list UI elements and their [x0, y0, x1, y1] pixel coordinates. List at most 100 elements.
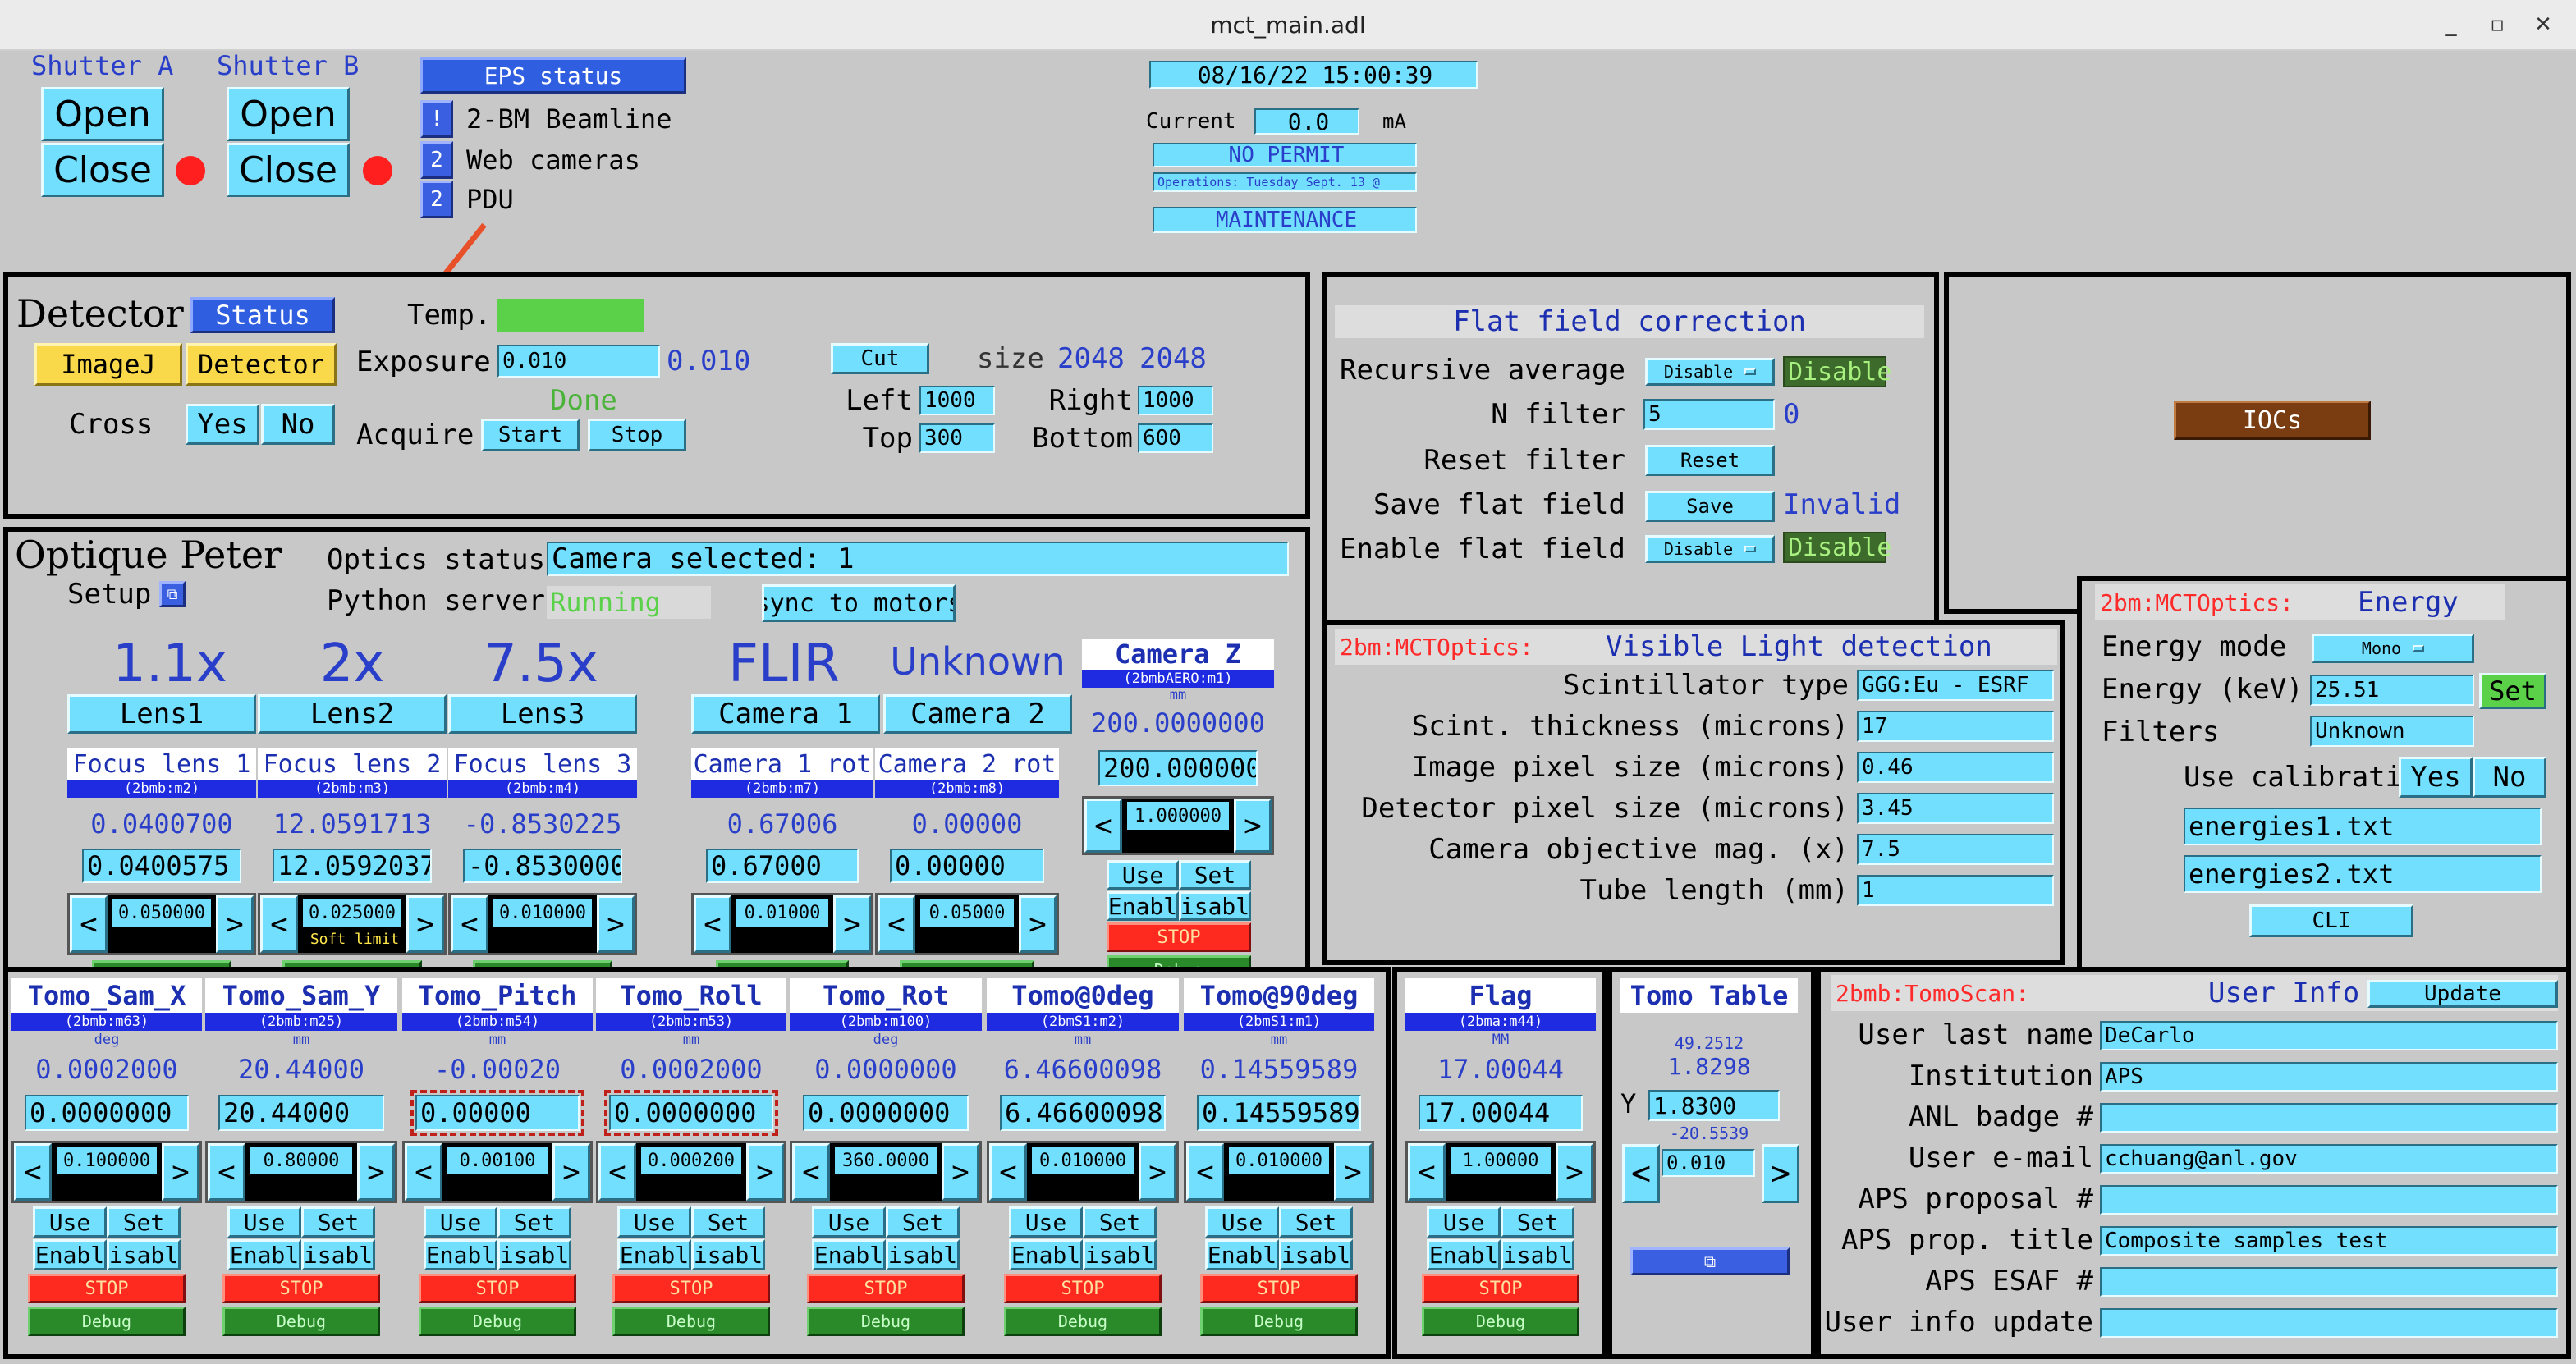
tomo-motor-tomo-sam-y-step-input[interactable]: 0.80000	[250, 1147, 352, 1174]
tomo-motor-tomo-roll-setpoint[interactable]: 0.0000000	[604, 1090, 778, 1136]
tomo-motor-tomo-sam-y-stop-button[interactable]: STOP	[222, 1274, 380, 1303]
eps-related-display-button[interactable]: !	[420, 100, 453, 138]
flag-motor-use-button[interactable]: Use	[1427, 1206, 1501, 1238]
tomo-motor-tomo-sam-y-setpoint[interactable]: 20.44000	[218, 1095, 384, 1131]
tweak-right-button[interactable]: >	[406, 895, 444, 953]
lens-motor-2-step-input[interactable]: 0.025000	[303, 899, 401, 927]
user-info-field[interactable]: APS	[2100, 1062, 2558, 1092]
user-info-field[interactable]: Composite samples test	[2100, 1226, 2558, 1256]
tomo-table-tweak-left-button[interactable]: <	[1622, 1144, 1660, 1203]
flag-motor-setpoint[interactable]: 17.00044	[1419, 1095, 1583, 1131]
lens2-button[interactable]: Lens2	[258, 694, 447, 734]
tweak-left-button[interactable]: <	[14, 1143, 52, 1201]
tomo-motor-tomo-90deg-disable-button[interactable]: isabl	[1279, 1239, 1353, 1270]
shutter-b-open-button[interactable]: Open	[227, 87, 350, 141]
tomo-motor-tomo-pitch-stop-button[interactable]: STOP	[419, 1274, 576, 1303]
roi-right-input[interactable]: 1000	[1138, 386, 1213, 415]
tomo-motor-tomo-sam-x-setpoint[interactable]: 0.0000000	[25, 1095, 189, 1131]
tomo-motor-tomo-0deg-debug-button[interactable]: Debug	[1004, 1307, 1162, 1336]
acquire-stop-button[interactable]: Stop	[588, 419, 686, 451]
tomo-motor-tomo-sam-x-step-input[interactable]: 0.100000	[57, 1147, 157, 1174]
tomo-motor-tomo-roll-set-button[interactable]: Set	[691, 1206, 765, 1238]
tomo-motor-tomo-sam-x-use-button[interactable]: Use	[33, 1206, 107, 1238]
cross-no-button[interactable]: No	[261, 404, 335, 445]
tomo-motor-tomo-roll-debug-button[interactable]: Debug	[612, 1307, 770, 1336]
shutter-a-close-button[interactable]: Close	[41, 143, 164, 197]
tomo-motor-tomo-pitch-disable-button[interactable]: isabl	[497, 1239, 571, 1270]
tomo-motor-tomo-sam-y-use-button[interactable]: Use	[227, 1206, 301, 1238]
tweak-left-button[interactable]: <	[451, 895, 488, 953]
tweak-right-button[interactable]: >	[597, 895, 635, 953]
lens-motor-3-setpoint[interactable]: -0.8530000	[463, 849, 622, 883]
tomo-motor-tomo-sam-x-set-button[interactable]: Set	[107, 1206, 181, 1238]
flag-motor-step-input[interactable]: 1.00000	[1451, 1147, 1551, 1174]
tomo-motor-tomo-pitch-set-button[interactable]: Set	[497, 1206, 571, 1238]
tomo-motor-tomo-pitch-setpoint[interactable]: 0.00000	[410, 1090, 584, 1136]
tweak-left-button[interactable]: <	[1084, 799, 1122, 853]
tomo-motor-tomo-sam-x-enable-button[interactable]: Enabl	[33, 1239, 107, 1270]
lens-motor-4-step-input[interactable]: 0.01000	[736, 899, 828, 927]
flag-motor-enable-button[interactable]: Enabl	[1427, 1239, 1501, 1270]
tomo-motor-tomo-90deg-enable-button[interactable]: Enabl	[1205, 1239, 1279, 1270]
user-info-field[interactable]: cchuang@anl.gov	[2100, 1144, 2558, 1174]
tomo-motor-tomo-0deg-disable-button[interactable]: isabl	[1083, 1239, 1157, 1270]
tomo-motor-tomo-90deg-step-input[interactable]: 0.010000	[1229, 1147, 1329, 1174]
camera-z-disable-button[interactable]: isabl	[1179, 891, 1251, 921]
tweak-left-button[interactable]: <	[405, 1143, 442, 1201]
tomo-table-related-display-icon[interactable]: ⧉	[1630, 1247, 1790, 1275]
lens-motor-5-setpoint[interactable]: 0.00000	[890, 849, 1044, 883]
tweak-left-button[interactable]: <	[70, 895, 108, 953]
tomo-motor-tomo-roll-enable-button[interactable]: Enabl	[617, 1239, 691, 1270]
energy-calibration-file1[interactable]: energies1.txt	[2184, 808, 2542, 845]
tomo-motor-tomo-pitch-step-input[interactable]: 0.00100	[447, 1147, 548, 1174]
detector-status-button[interactable]: Status	[190, 297, 335, 333]
roi-bottom-input[interactable]: 600	[1138, 423, 1213, 453]
camera2-button[interactable]: Camera 2	[883, 694, 1072, 734]
tweak-right-button[interactable]: >	[162, 1143, 199, 1201]
tomo-motor-tomo-roll-disable-button[interactable]: isabl	[691, 1239, 765, 1270]
tweak-left-button[interactable]: <	[694, 895, 731, 953]
tweak-right-button[interactable]: >	[833, 895, 871, 953]
camera-z-step-input[interactable]: 1.000000	[1127, 802, 1229, 830]
vld-value[interactable]: 17	[1857, 711, 2054, 742]
tweak-right-button[interactable]: >	[746, 1143, 784, 1201]
tweak-right-button[interactable]: >	[216, 895, 254, 953]
flag-motor-debug-button[interactable]: Debug	[1422, 1307, 1579, 1336]
tweak-right-button[interactable]: >	[1556, 1143, 1593, 1201]
tomo-motor-tomo-0deg-enable-button[interactable]: Enabl	[1009, 1239, 1083, 1270]
tomo-motor-tomo-0deg-setpoint[interactable]: 6.46600098	[1000, 1095, 1166, 1131]
shutter-a-open-button[interactable]: Open	[41, 87, 164, 141]
reset-filter-button[interactable]: Reset	[1645, 445, 1775, 476]
tweak-left-button[interactable]: <	[1186, 1143, 1224, 1201]
energy-set-button[interactable]: Set	[2479, 673, 2546, 709]
energy-calibration-file2[interactable]: energies2.txt	[2184, 855, 2542, 893]
flag-motor-disable-button[interactable]: isabl	[1501, 1239, 1574, 1270]
tomo-motor-tomo-90deg-stop-button[interactable]: STOP	[1200, 1274, 1358, 1303]
tweak-left-button[interactable]: <	[878, 895, 915, 953]
tomo-table-y-input[interactable]: 1.8300	[1648, 1090, 1780, 1121]
tomo-motor-tomo-roll-step-input[interactable]: 0.000200	[641, 1147, 741, 1174]
lens1-button[interactable]: Lens1	[67, 694, 256, 734]
tweak-right-button[interactable]: >	[357, 1143, 395, 1201]
minimize-icon[interactable]: _	[2436, 7, 2466, 43]
lens-motor-2-setpoint[interactable]: 12.0592037	[273, 849, 432, 883]
exposure-input[interactable]: 0.010	[497, 345, 660, 378]
user-info-field[interactable]	[2100, 1185, 2558, 1215]
user-info-update-button[interactable]: Update	[2367, 980, 2558, 1008]
lens-motor-1-step-input[interactable]: 0.050000	[112, 899, 211, 927]
calibration-yes-button[interactable]: Yes	[2399, 757, 2473, 798]
tomo-motor-tomo-pitch-debug-button[interactable]: Debug	[419, 1307, 576, 1336]
tomo-motor-tomo-pitch-enable-button[interactable]: Enabl	[424, 1239, 497, 1270]
iocs-button[interactable]: IOCs	[2174, 401, 2371, 440]
lens-motor-3-step-input[interactable]: 0.010000	[493, 899, 592, 927]
tomo-motor-tomo-rot-use-button[interactable]: Use	[812, 1206, 886, 1238]
tomo-motor-tomo-90deg-debug-button[interactable]: Debug	[1200, 1307, 1358, 1336]
tomo-motor-tomo-sam-y-enable-button[interactable]: Enabl	[227, 1239, 301, 1270]
tomo-motor-tomo-sam-y-disable-button[interactable]: isabl	[301, 1239, 375, 1270]
tomo-motor-tomo-sam-x-disable-button[interactable]: isabl	[107, 1239, 181, 1270]
tweak-left-button[interactable]: <	[260, 895, 298, 953]
energy-kev-input[interactable]: 25.51	[2310, 675, 2474, 706]
tomo-motor-tomo-sam-x-stop-button[interactable]: STOP	[28, 1274, 186, 1303]
camera-z-stop-button[interactable]: STOP	[1107, 922, 1251, 952]
vld-value[interactable]: 7.5	[1857, 834, 2054, 865]
